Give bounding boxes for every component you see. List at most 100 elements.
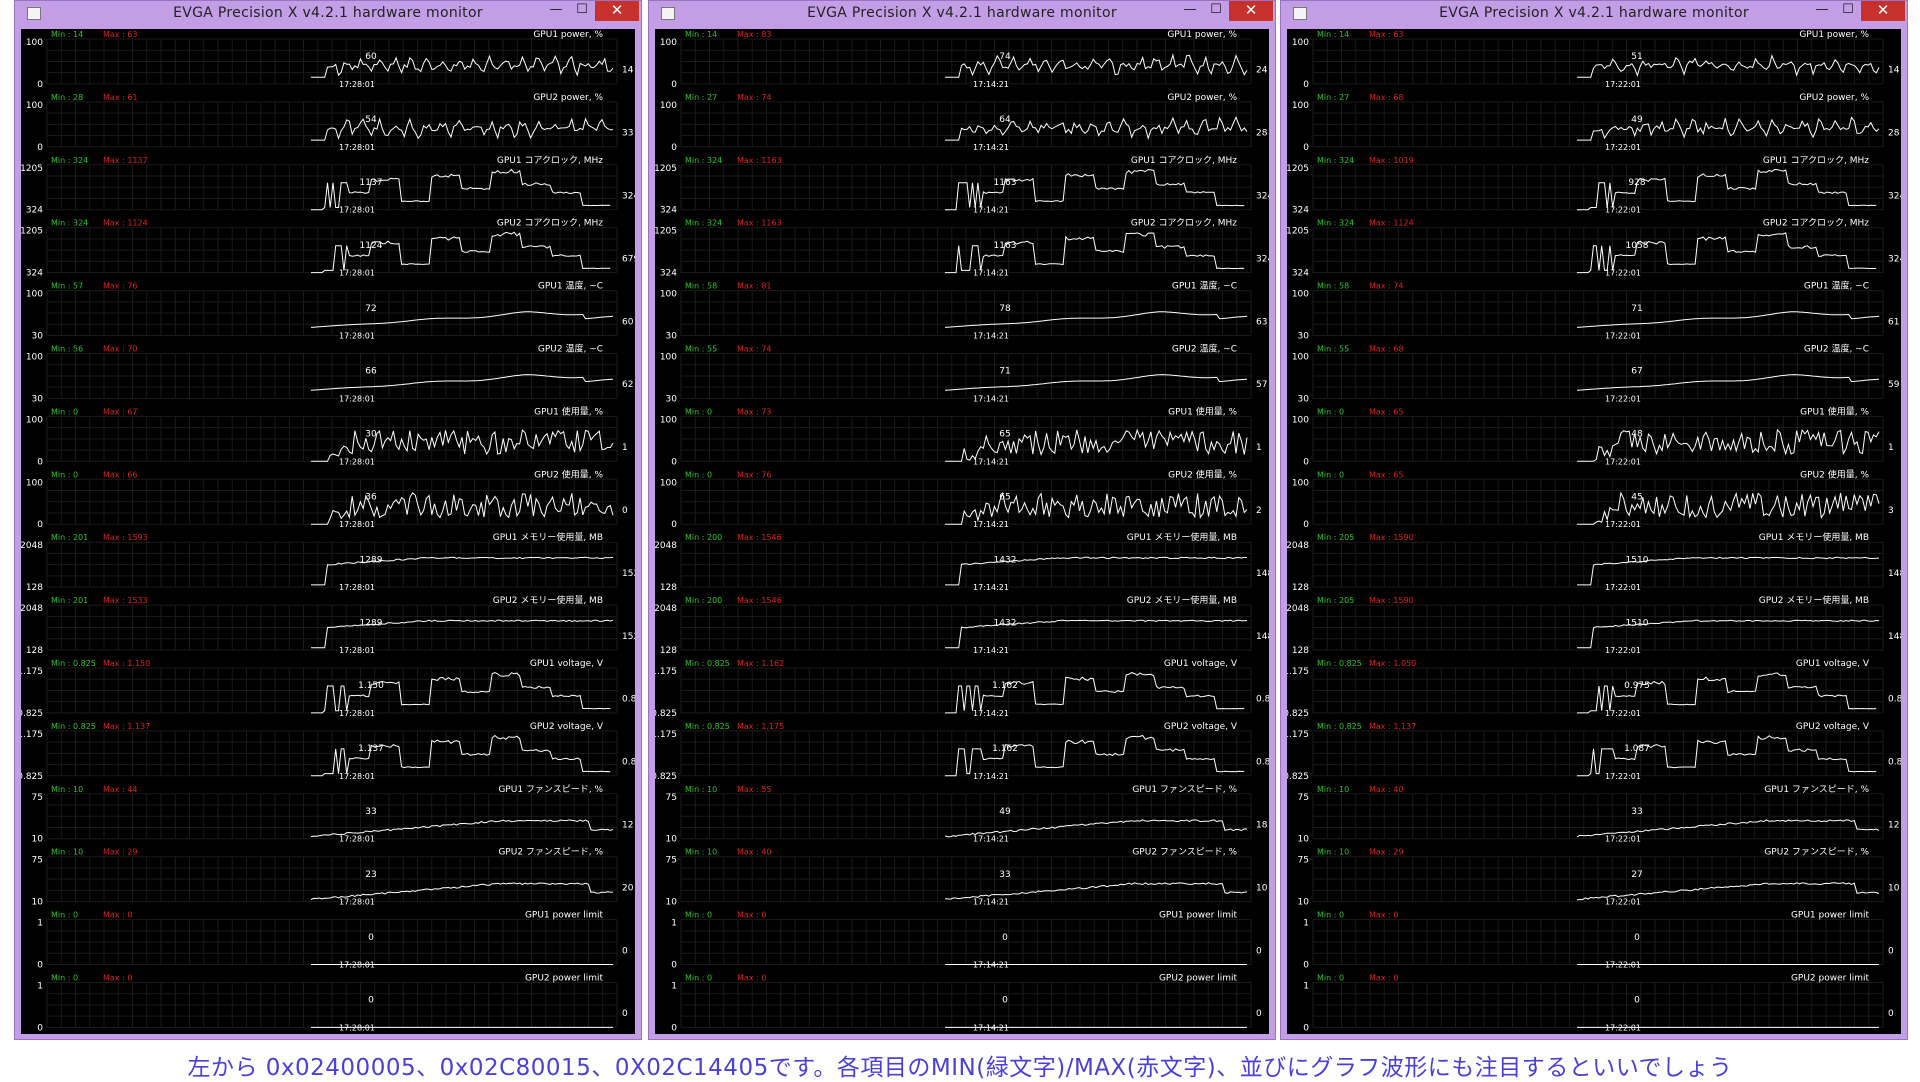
- axis-max-label: 1205: [1287, 164, 1309, 174]
- axis-min-label: 30: [666, 394, 678, 404]
- max-value: Max : 76: [103, 282, 138, 291]
- minimize-button[interactable]: —: [1177, 1, 1203, 21]
- current-value-label: 61: [1888, 317, 1899, 327]
- graph-area[interactable]: Min : 14 Max : 83 GPU1 power, % 100 0 74 17:14…: [655, 29, 1269, 1034]
- time-label: 17:22:01: [1605, 457, 1641, 466]
- graph-area[interactable]: Min : 14 Max : 63 GPU1 power, % 100 0 51 17:22…: [1287, 29, 1901, 1034]
- max-value: Max : 0: [103, 911, 132, 920]
- time-label: 17:28:01: [339, 646, 375, 655]
- peak-value-label: 1124: [360, 241, 383, 251]
- axis-min-label: 0: [37, 1023, 43, 1033]
- current-value-label: 324: [1256, 191, 1269, 201]
- maximize-button[interactable]: ☐: [569, 1, 595, 21]
- graph-title: GPU2 power limit: [525, 974, 604, 984]
- graph-panel: Min : 0.825 Max : 1.175 GPU2 voltage, V 1.1…: [655, 722, 1269, 782]
- title-bar[interactable]: EVGA Precision X v4.2.1 hardware monitor…: [15, 1, 641, 25]
- graph-panel: Min : 0 Max : 0 GPU1 power limit 1 0 0 17:22:0…: [1303, 911, 1894, 971]
- axis-max-label: 2048: [1287, 604, 1309, 614]
- axis-min-label: 30: [1298, 394, 1310, 404]
- graph-title: GPU1 使用量, %: [1800, 405, 1869, 417]
- graph-panel: Min : 0 Max : 76 GPU2 使用量, % 100 0 65 17:14:21…: [660, 468, 1262, 530]
- maximize-button[interactable]: ☐: [1203, 1, 1229, 21]
- axis-max-label: 75: [32, 793, 43, 803]
- axis-max-label: 1.175: [1287, 667, 1309, 677]
- title-bar[interactable]: EVGA Precision X v4.2.1 hardware monitor…: [1281, 1, 1907, 25]
- time-label: 17:14:21: [973, 520, 1009, 529]
- min-value: Min : 0.825: [1317, 659, 1362, 668]
- min-value: Min : 205: [1317, 596, 1354, 605]
- graph-title: GPU2 温度, ~C: [538, 343, 603, 355]
- hardware-monitor-window-3: EVGA Precision X v4.2.1 hardware monitor…: [1280, 0, 1908, 1040]
- graph-panel: Min : 201 Max : 1593 GPU1 メモリー使用量, MB 2048 1…: [21, 531, 635, 593]
- max-value: Max : 1124: [103, 219, 148, 228]
- peak-value-label: 1510: [1626, 618, 1649, 628]
- max-value: Max : 73: [737, 407, 772, 416]
- max-value: Max : 1590: [1369, 533, 1414, 542]
- axis-max-label: 1205: [655, 164, 677, 174]
- graph-canvas: Min : 14 Max : 63 GPU1 power, %10006017:28…: [21, 30, 635, 1033]
- graph-title: GPU2 power limit: [1159, 974, 1238, 984]
- close-button[interactable]: ✕: [595, 1, 639, 21]
- close-button[interactable]: ✕: [1229, 1, 1273, 21]
- peak-value-label: 64: [999, 115, 1011, 125]
- peak-value-label: 0: [1634, 933, 1640, 943]
- graph-panel: Min : 0 Max : 0 GPU1 power limit 1 0 0 17:28:0…: [37, 911, 628, 971]
- time-label: 17:22:01: [1605, 143, 1641, 152]
- graph-panel: Min : 200 Max : 1546 GPU1 メモリー使用量, MB 2048 1…: [655, 531, 1269, 593]
- min-value: Min : 14: [51, 30, 83, 39]
- min-value: Min : 0: [1317, 470, 1344, 479]
- close-button[interactable]: ✕: [1861, 1, 1905, 21]
- max-value: Max : 68: [1369, 93, 1404, 102]
- max-value: Max : 1.137: [103, 722, 150, 731]
- axis-min-label: 10: [666, 835, 678, 845]
- axis-max-label: 1: [37, 982, 43, 992]
- title-bar[interactable]: EVGA Precision X v4.2.1 hardware monitor…: [649, 1, 1275, 25]
- time-label: 17:28:01: [339, 772, 375, 781]
- min-value: Min : 0: [685, 407, 712, 416]
- current-value-label: 0: [622, 506, 628, 516]
- graph-trace: [945, 116, 1248, 141]
- minimize-button[interactable]: —: [543, 1, 569, 21]
- max-value: Max : 1546: [737, 596, 782, 605]
- axis-max-label: 100: [660, 101, 677, 111]
- peak-value-label: 1.087: [1624, 744, 1650, 754]
- axis-max-label: 100: [1292, 290, 1309, 300]
- axis-min-label: 10: [1298, 898, 1310, 908]
- minimize-button[interactable]: —: [1809, 1, 1835, 21]
- graph-panel: Min : 0.825 Max : 1.050 GPU1 voltage, V 1.1…: [1287, 659, 1901, 719]
- time-label: 17:22:01: [1605, 772, 1641, 781]
- graph-title: GPU1 ファンスピード, %: [1764, 784, 1869, 795]
- time-label: 17:28:01: [339, 394, 375, 403]
- axis-max-label: 1205: [655, 227, 677, 237]
- graph-panel: Min : 58 Max : 74 GPU1 温度, ~C 100 30 71 17:22:…: [1292, 280, 1900, 342]
- graph-trace: [310, 311, 614, 328]
- hardware-monitor-window-2: EVGA Precision X v4.2.1 hardware monitor…: [648, 0, 1276, 1040]
- peak-value-label: 1.150: [358, 681, 384, 691]
- time-label: 17:22:01: [1605, 80, 1641, 89]
- graph-panel: Min : 0 Max : 73 GPU1 使用量, % 100 0 65 17:14:21…: [660, 405, 1262, 467]
- current-value-label: 1489: [1256, 569, 1269, 579]
- current-value-label: 0: [622, 1009, 628, 1019]
- graph-panel: Min : 14 Max : 83 GPU1 power, % 100 0 74 17:14…: [660, 30, 1268, 90]
- max-value: Max : 1163: [737, 219, 782, 228]
- time-label: 17:28:01: [339, 520, 375, 529]
- peak-value-label: 67: [1631, 367, 1642, 377]
- current-value-label: 324: [1256, 254, 1269, 264]
- axis-max-label: 1: [671, 982, 677, 992]
- time-label: 17:28:01: [339, 1023, 375, 1032]
- time-label: 17:22:01: [1605, 269, 1641, 278]
- maximize-button[interactable]: ☐: [1835, 1, 1861, 21]
- axis-min-label: 0.825: [21, 709, 43, 719]
- time-label: 17:14:21: [973, 583, 1009, 592]
- peak-value-label: 1432: [994, 555, 1017, 565]
- axis-min-label: 10: [666, 898, 678, 908]
- axis-max-label: 1205: [1287, 227, 1309, 237]
- axis-min-label: 0.825: [1287, 772, 1309, 782]
- current-value-label: 0: [1256, 1009, 1262, 1019]
- graph-area[interactable]: Min : 14 Max : 63 GPU1 power, % 100 0 60 17:28…: [21, 29, 635, 1034]
- current-value-label: 12: [622, 820, 633, 830]
- min-value: Min : 324: [1317, 219, 1354, 228]
- min-value: Min : 55: [1317, 345, 1349, 354]
- min-value: Min : 0: [51, 974, 78, 983]
- graph-title: GPU1 power, %: [1799, 30, 1869, 40]
